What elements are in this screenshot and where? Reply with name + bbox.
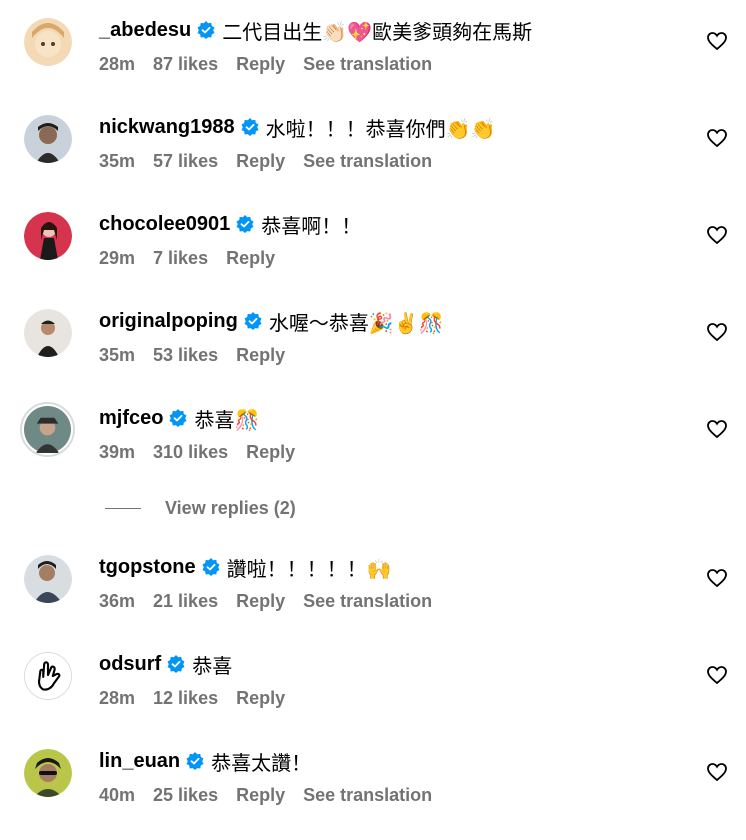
comment-item: _abedesu 二代目出生👏🏻💖歐美爹頭夠在馬斯 28m 87 likes R… — [0, 18, 746, 98]
comment-item: chocolee0901 恭喜啊！！ 29m 7 likes Reply — [0, 212, 746, 292]
avatar[interactable] — [24, 115, 72, 163]
verified-badge-icon — [236, 215, 254, 233]
comment-body: mjfceo 恭喜🎊 — [99, 406, 260, 432]
heart-icon[interactable] — [707, 129, 727, 147]
reply-button[interactable]: Reply — [236, 151, 285, 172]
comment-body: tgopstone 讚啦！！！！！🙌 — [99, 555, 392, 581]
likes-count[interactable]: 7 likes — [153, 248, 208, 269]
likes-count[interactable]: 57 likes — [153, 151, 218, 172]
likes-count[interactable]: 53 likes — [153, 345, 218, 366]
comment-meta: 36m 21 likes Reply See translation — [99, 591, 432, 612]
comment-text: 恭喜🎊 — [194, 407, 260, 432]
comment-body: lin_euan 恭喜太讚！ — [99, 749, 312, 775]
avatar[interactable] — [24, 749, 72, 797]
avatar[interactable] — [24, 555, 72, 603]
comment-meta: 28m 12 likes Reply — [99, 688, 285, 709]
comment-username[interactable]: nickwang1988 — [99, 116, 235, 139]
heart-icon[interactable] — [707, 420, 727, 438]
comment-time: 28m — [99, 54, 136, 74]
comment-text: 恭喜啊！！ — [261, 213, 362, 238]
view-replies-label: View replies (2) — [165, 497, 296, 518]
reply-button[interactable]: Reply — [236, 591, 285, 612]
comment-body: _abedesu 二代目出生👏🏻💖歐美爹頭夠在馬斯 — [99, 18, 533, 44]
avatar[interactable] — [24, 18, 72, 66]
comment-meta: 35m 57 likes Reply See translation — [99, 151, 432, 172]
avatar[interactable] — [24, 652, 72, 700]
likes-count[interactable]: 21 likes — [153, 591, 218, 612]
comment-time: 40m — [99, 785, 136, 805]
heart-icon[interactable] — [707, 569, 727, 587]
heart-icon[interactable] — [707, 323, 727, 341]
heart-icon[interactable] — [707, 32, 727, 50]
comment-username[interactable]: mjfceo — [99, 407, 163, 430]
likes-count[interactable]: 87 likes — [153, 54, 218, 75]
reply-button[interactable]: Reply — [236, 345, 285, 366]
reply-button[interactable]: Reply — [236, 688, 285, 709]
comment-body: nickwang1988 水啦！！！恭喜你們👏👏 — [99, 115, 496, 141]
view-replies-button[interactable]: View replies (2) — [105, 496, 296, 520]
comment-time: 35m — [99, 151, 136, 171]
comment-username[interactable]: tgopstone — [99, 556, 196, 579]
comment-item: nickwang1988 水啦！！！恭喜你們👏👏 35m 57 likes Re… — [0, 115, 746, 195]
verified-badge-icon — [202, 558, 220, 576]
comment-body: originalpoping 水喔～恭喜🎉✌️🎊 — [99, 309, 444, 335]
comment-text: 讚啦！！！！！🙌 — [226, 556, 392, 581]
verified-badge-icon — [186, 752, 204, 770]
comment-text: 水喔～恭喜🎉✌️🎊 — [268, 310, 444, 335]
see-translation-button[interactable]: See translation — [303, 151, 432, 172]
comment-username[interactable]: chocolee0901 — [99, 213, 230, 236]
reply-button[interactable]: Reply — [236, 785, 285, 806]
see-translation-button[interactable]: See translation — [303, 591, 432, 612]
comment-meta: 39m 310 likes Reply — [99, 442, 295, 463]
see-translation-button[interactable]: See translation — [303, 54, 432, 75]
comment-text: 恭喜太讚！ — [211, 750, 312, 775]
comment-username[interactable]: _abedesu — [99, 19, 191, 42]
avatar[interactable] — [20, 402, 75, 457]
verified-badge-icon — [244, 312, 262, 330]
comment-time: 28m — [99, 688, 136, 708]
likes-count[interactable]: 310 likes — [153, 442, 228, 463]
comment-meta: 28m 87 likes Reply See translation — [99, 54, 432, 75]
see-translation-button[interactable]: See translation — [303, 785, 432, 806]
verified-badge-icon — [241, 118, 259, 136]
comment-item: mjfceo 恭喜🎊 39m 310 likes Reply — [0, 402, 746, 486]
comment-username[interactable]: odsurf — [99, 653, 161, 676]
verified-badge-icon — [167, 655, 185, 673]
comment-time: 35m — [99, 345, 136, 365]
comment-text: 恭喜 — [192, 653, 233, 678]
comment-body: chocolee0901 恭喜啊！！ — [99, 212, 362, 238]
comment-meta: 35m 53 likes Reply — [99, 345, 285, 366]
avatar[interactable] — [24, 212, 72, 260]
reply-button[interactable]: Reply — [246, 442, 295, 463]
comment-text: 水啦！！！恭喜你們👏👏 — [265, 116, 496, 141]
comment-item: originalpoping 水喔～恭喜🎉✌️🎊 35m 53 likes Re… — [0, 309, 746, 389]
verified-badge-icon — [197, 21, 215, 39]
heart-icon[interactable] — [707, 226, 727, 244]
comment-time: 29m — [99, 248, 136, 268]
comment-item: tgopstone 讚啦！！！！！🙌 36m 21 likes Reply Se… — [0, 555, 746, 635]
verified-badge-icon — [169, 409, 187, 427]
comment-item: lin_euan 恭喜太讚！ 40m 25 likes Reply See tr… — [0, 749, 746, 829]
comment-time: 36m — [99, 591, 136, 611]
comment-username[interactable]: originalpoping — [99, 310, 238, 333]
comment-meta: 29m 7 likes Reply — [99, 248, 275, 269]
view-replies-divider — [105, 507, 141, 509]
comment-text: 二代目出生👏🏻💖歐美爹頭夠在馬斯 — [222, 19, 533, 44]
comment-item: odsurf 恭喜 28m 12 likes Reply — [0, 652, 746, 732]
likes-count[interactable]: 25 likes — [153, 785, 218, 806]
comment-body: odsurf 恭喜 — [99, 652, 233, 678]
comment-time: 39m — [99, 442, 136, 462]
avatar[interactable] — [24, 309, 72, 357]
comment-meta: 40m 25 likes Reply See translation — [99, 785, 432, 806]
heart-icon[interactable] — [707, 666, 727, 684]
heart-icon[interactable] — [707, 763, 727, 781]
comment-username[interactable]: lin_euan — [99, 750, 180, 773]
reply-button[interactable]: Reply — [226, 248, 275, 269]
likes-count[interactable]: 12 likes — [153, 688, 218, 709]
reply-button[interactable]: Reply — [236, 54, 285, 75]
